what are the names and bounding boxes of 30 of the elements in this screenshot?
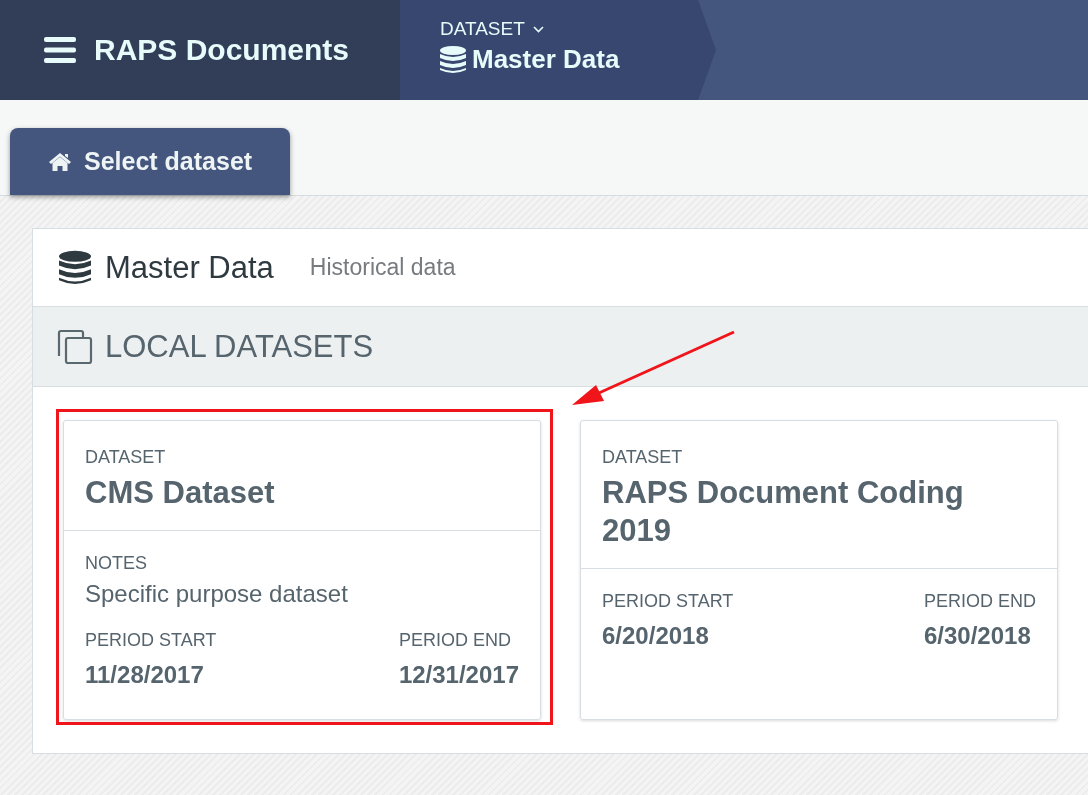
dataset-notes: Specific purpose dataset	[85, 580, 349, 608]
database-icon	[440, 45, 466, 74]
app-title: RAPS Documents	[94, 33, 350, 67]
period-start-date: 6/20/2018	[602, 622, 710, 650]
section-title: LOCAL DATASETS	[105, 328, 374, 365]
dataset-card[interactable]: DATASET RAPS Document Coding 2019 PERIOD START 6/20/2018 PERIOD END 6/30/2018	[580, 420, 1058, 720]
copy-icon	[57, 328, 93, 365]
dataset-card[interactable]: DATASET CMS Dataset NOTES Specific purpose dataset PERIOD START 11/28/2017 PERIOD END 12/31/2017	[63, 420, 541, 720]
home-icon	[48, 151, 72, 172]
breadcrumb-segment[interactable]: DATASET Master Data	[400, 0, 716, 100]
field-label: PERIOD END	[923, 591, 1036, 612]
panel-subtitle: Historical data	[309, 254, 456, 281]
panel-title: Master Data	[105, 249, 274, 286]
dataset-name: CMS Dataset	[85, 474, 276, 512]
field-label: PERIOD END	[398, 630, 512, 651]
breadcrumb-label: DATASET	[440, 18, 525, 40]
dataset-name: RAPS Document Coding 2019	[602, 474, 965, 550]
breadcrumb-value: Master Data	[472, 44, 620, 75]
field-label: PERIOD START	[85, 630, 217, 651]
period-end-date: 6/30/2018	[923, 622, 1032, 650]
period-start-date: 11/28/2017	[85, 661, 205, 689]
field-label: DATASET	[602, 447, 684, 468]
database-icon	[59, 249, 91, 286]
select-dataset-tab[interactable]: Select dataset	[10, 128, 290, 195]
period-end-date: 12/31/2017	[398, 661, 519, 689]
menu-icon[interactable]	[44, 37, 76, 63]
field-label: PERIOD START	[602, 591, 734, 612]
field-label: NOTES	[85, 553, 148, 574]
chevron-down-icon	[532, 25, 544, 33]
field-label: DATASET	[85, 447, 167, 468]
